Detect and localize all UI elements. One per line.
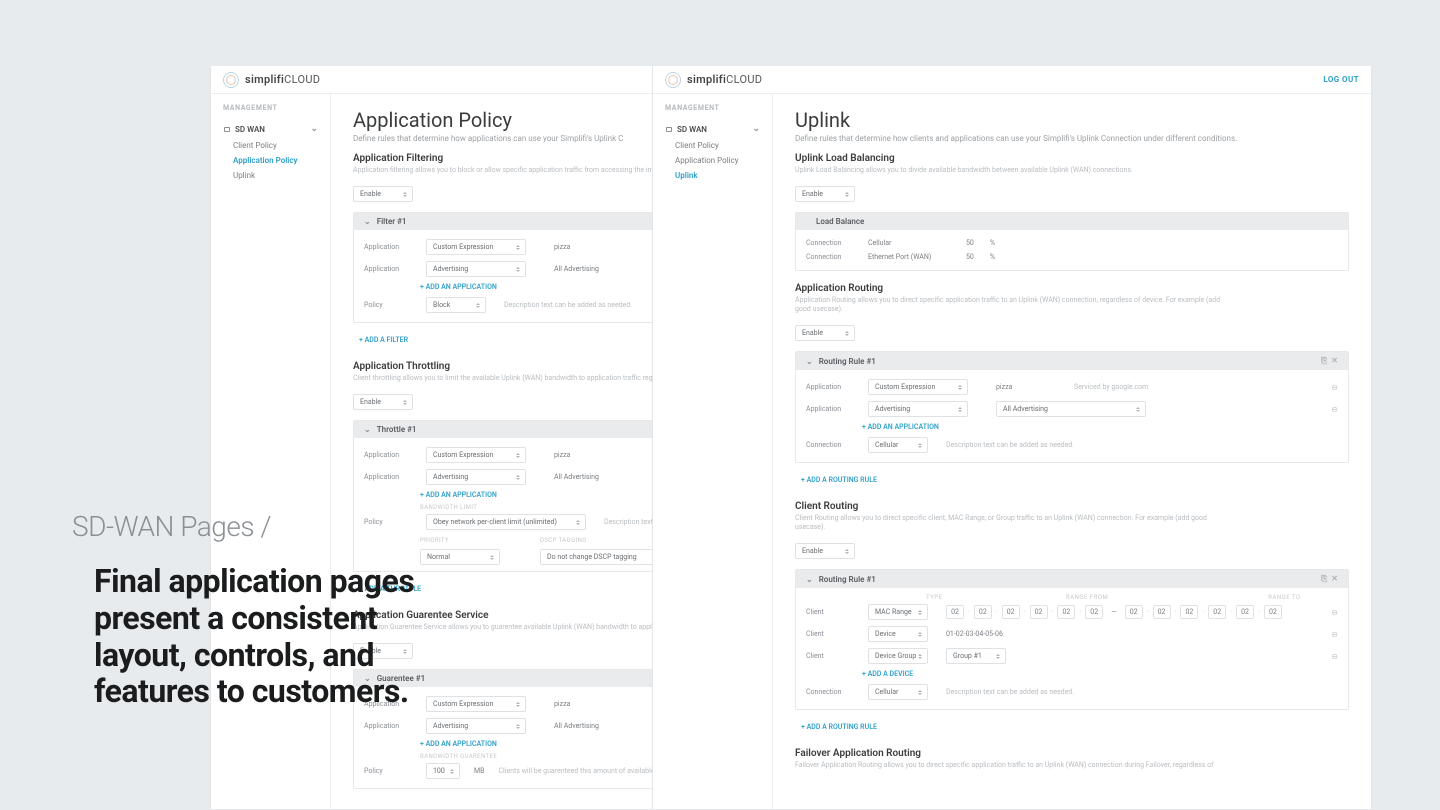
close-icon[interactable]: ✕ <box>1331 356 1338 366</box>
remove-icon[interactable]: ⊖ <box>1331 652 1338 661</box>
logout-link[interactable]: LOG OUT <box>1323 75 1359 84</box>
card-header[interactable]: ⌄Routing Rule #1⎘✕ <box>796 570 1348 588</box>
sidebar-item-client-policy[interactable]: Client Policy <box>653 138 772 153</box>
close-icon[interactable]: ✕ <box>1331 574 1338 584</box>
brand: simplifiCLOUD <box>223 72 320 88</box>
sdwan-icon <box>223 125 231 133</box>
enable-select[interactable]: Enable <box>795 325 855 341</box>
brand: simplifiCLOUD <box>665 72 762 88</box>
copy-icon[interactable]: ⎘ <box>1321 356 1327 366</box>
add-device-link[interactable]: + ADD A DEVICE <box>806 667 1338 681</box>
caption-pre: SD-WAN Pages / <box>72 510 492 543</box>
sidebar-section-label: MANAGEMENT <box>211 104 330 120</box>
top-bar: simplifiCLOUD LOG OUT <box>653 66 1371 94</box>
sidebar-root[interactable]: SD WAN ⌄ <box>653 120 772 138</box>
client-routing-card: ⌄Routing Rule #1⎘✕ TYPERANGE FROMRANGE T… <box>795 569 1349 710</box>
sidebar: MANAGEMENT SD WAN ⌄ Client Policy Applic… <box>653 94 773 809</box>
copy-icon[interactable]: ⎘ <box>1321 574 1327 584</box>
page-title: Uplink <box>795 108 1349 132</box>
policy-select[interactable]: Block <box>426 297 486 313</box>
enable-select[interactable]: Enable <box>795 543 855 559</box>
card-header[interactable]: ⌄Routing Rule #1⎘✕ <box>796 352 1348 370</box>
collapse-icon: ⌄ <box>364 425 371 434</box>
brand-text: simplifiCLOUD <box>245 73 320 86</box>
app-select[interactable]: Custom Expression <box>426 239 526 255</box>
sidebar-item-uplink[interactable]: Uplink <box>653 168 772 183</box>
logo-icon <box>223 72 239 88</box>
chevron-down-icon: ⌄ <box>310 124 318 134</box>
add-routing-rule-link[interactable]: + ADD A ROUTING RULE <box>795 720 1349 734</box>
remove-icon[interactable]: ⊖ <box>1331 608 1338 617</box>
collapse-icon: ⌄ <box>806 357 813 366</box>
add-routing-rule-link[interactable]: + ADD A ROUTING RULE <box>795 473 1349 487</box>
collapse-icon: ⌄ <box>364 217 371 226</box>
main-content: Uplink Define rules that determine how c… <box>773 94 1371 809</box>
enable-select[interactable]: Enable <box>353 394 413 410</box>
load-balance-card: Load Balance ConnectionCellular50% Conne… <box>795 212 1349 271</box>
section-title-client-routing: Client Routing <box>795 501 1349 512</box>
sidebar-item-application-policy[interactable]: Application Policy <box>211 153 330 168</box>
remove-icon[interactable]: ⊖ <box>1331 630 1338 639</box>
caption-main: Final application pages present a consis… <box>72 549 492 724</box>
sidebar-item-uplink[interactable]: Uplink <box>211 168 330 183</box>
page-uplink: simplifiCLOUD LOG OUT MANAGEMENT SD WAN … <box>652 66 1372 810</box>
logo-icon <box>665 72 681 88</box>
mac-range-input[interactable]: 02·02·02·02·02·02 — 02·02·02·02·02·02 <box>946 605 1282 619</box>
section-title-app-routing: Application Routing <box>795 283 1349 294</box>
add-application-link[interactable]: + ADD AN APPLICATION <box>806 420 1338 434</box>
routing-rule-card: ⌄Routing Rule #1⎘✕ ApplicationCustom Exp… <box>795 351 1349 463</box>
remove-icon[interactable]: ⊖ <box>1331 405 1338 414</box>
chevron-down-icon: ⌄ <box>752 124 760 134</box>
enable-select[interactable]: Enable <box>795 186 855 202</box>
remove-icon[interactable]: ⊖ <box>1331 383 1338 392</box>
enable-select[interactable]: Enable <box>353 186 413 202</box>
caption: SD-WAN Pages / Final application pages p… <box>72 510 492 724</box>
sidebar-item-application-policy[interactable]: Application Policy <box>653 153 772 168</box>
sidebar-item-client-policy[interactable]: Client Policy <box>211 138 330 153</box>
app-select[interactable]: Advertising <box>426 261 526 277</box>
section-title-load-balancing: Uplink Load Balancing <box>795 153 1349 164</box>
sidebar-root[interactable]: SD WAN ⌄ <box>211 120 330 138</box>
section-title-failover: Failover Application Routing <box>795 748 1349 759</box>
card-header: Load Balance <box>796 213 1348 230</box>
sdwan-icon <box>665 125 673 133</box>
collapse-icon: ⌄ <box>806 575 813 584</box>
